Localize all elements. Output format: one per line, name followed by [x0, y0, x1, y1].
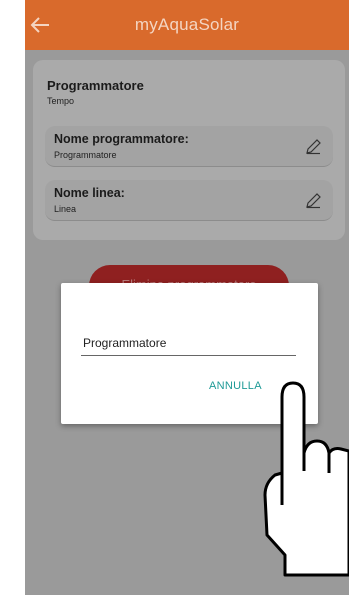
programmer-name-field[interactable]: Nome programmatore: Programmatore	[45, 126, 333, 167]
hand-pointer-icon	[263, 381, 349, 577]
programmer-name-value: Programmatore	[54, 150, 117, 160]
section-subtitle: Tempo	[47, 96, 75, 106]
cancel-button[interactable]: ANNULLA	[209, 380, 262, 392]
programmer-name-input[interactable]	[81, 331, 296, 356]
line-name-label: Nome linea:	[54, 186, 125, 200]
pencil-icon[interactable]	[304, 138, 322, 156]
programmer-name-label: Nome programmatore:	[54, 132, 189, 146]
pencil-icon[interactable]	[304, 192, 322, 210]
app-title: myAquaSolar	[134, 15, 240, 34]
section-title: Programmatore	[47, 78, 144, 93]
line-name-field[interactable]: Nome linea: Linea	[45, 180, 333, 221]
line-name-value: Linea	[54, 204, 77, 214]
app-bar: myAquaSolar	[25, 0, 349, 50]
